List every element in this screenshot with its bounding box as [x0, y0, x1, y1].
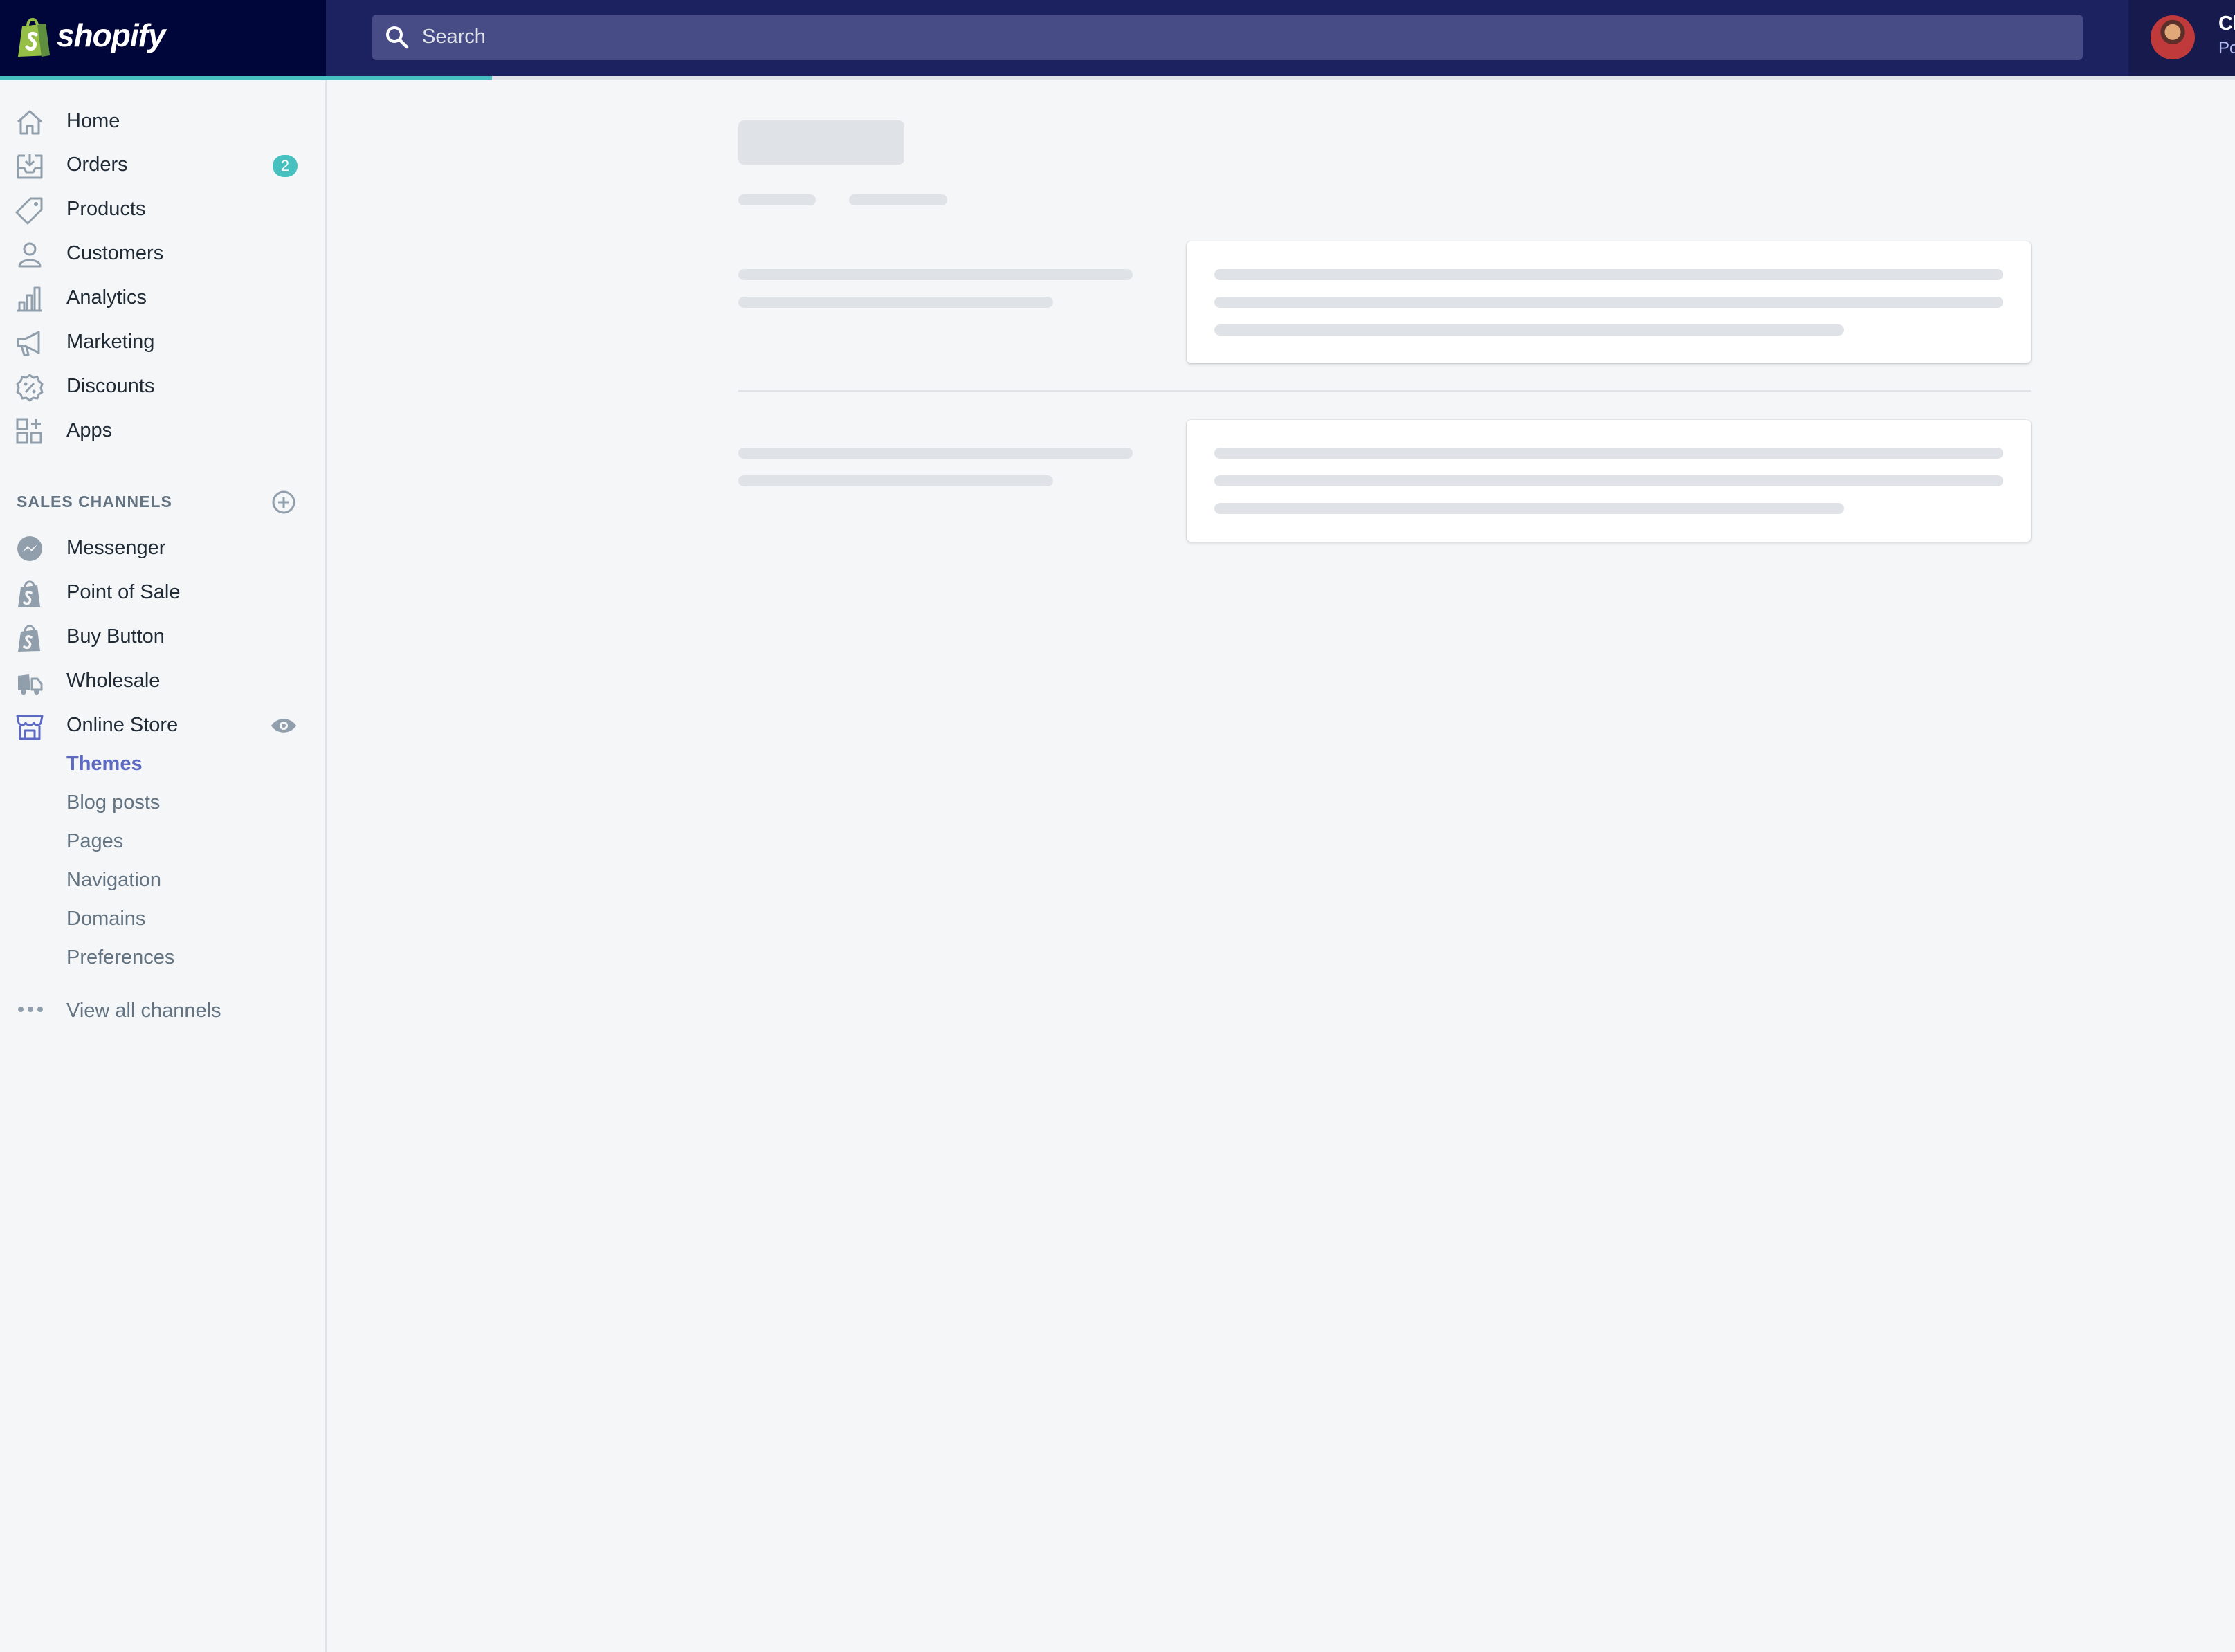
sidebar-item-wholesale[interactable]: Wholesale	[0, 660, 325, 701]
skeleton-line	[1214, 503, 1844, 514]
subnav-blog-posts[interactable]: Blog posts	[66, 791, 160, 814]
skeleton-section-heading	[738, 448, 1133, 459]
sidebar-item-label: Buy Button	[66, 625, 165, 648]
sidebar-item-home[interactable]: Home	[0, 100, 325, 142]
store-icon	[16, 715, 44, 740]
sidebar-item-label: Analytics	[66, 286, 147, 309]
sidebar-item-analytics[interactable]: Analytics	[0, 277, 325, 318]
search-bar[interactable]: Search	[372, 15, 2083, 60]
sidebar-item-label: Discounts	[66, 375, 155, 397]
truck-icon	[18, 674, 43, 695]
sidebar-item-online-store[interactable]: Online Store	[0, 704, 325, 746]
skeleton-line	[1214, 324, 1844, 336]
shopify-logo[interactable]: shopify	[0, 0, 326, 76]
megaphone-icon	[17, 331, 40, 356]
sidebar-item-marketing[interactable]: Marketing	[0, 321, 325, 362]
skeleton-section-description	[738, 297, 1053, 308]
sidebar-item-customers[interactable]: Customers	[0, 232, 325, 274]
skeleton-card	[1187, 420, 2031, 542]
sidebar-item-label: Wholesale	[66, 670, 161, 692]
sidebar-item-label: Customers	[66, 242, 164, 264]
sidebar-item-messenger[interactable]: Messenger	[0, 527, 325, 569]
subnav-pages[interactable]: Pages	[66, 830, 123, 853]
sidebar-item-products[interactable]: Products	[0, 188, 325, 230]
shopping-bag-icon	[18, 580, 40, 607]
account-store: Po	[2218, 39, 2235, 57]
account-name: Cl	[2218, 12, 2235, 35]
orders-icon	[17, 154, 43, 179]
skeleton-line	[1214, 297, 2003, 308]
loading-progress-bar	[0, 76, 2235, 80]
skeleton-page-title	[738, 120, 904, 165]
skeleton-breadcrumb	[738, 194, 816, 205]
orders-count-badge: 2	[273, 155, 298, 177]
sidebar-item-apps[interactable]: Apps	[0, 410, 325, 451]
top-bar: shopify Search Cl Po	[0, 0, 2235, 76]
avatar[interactable]	[2151, 15, 2195, 59]
sidebar-item-buy-button[interactable]: Buy Button	[0, 616, 325, 657]
subnav-preferences[interactable]: Preferences	[66, 946, 174, 969]
home-icon	[17, 110, 42, 135]
sidebar-item-label: Online Store	[66, 714, 179, 736]
sidebar-item-point-of-sale[interactable]: Point of Sale	[0, 571, 325, 613]
sidebar: Home Orders 2 Products Customers Analyti…	[0, 80, 327, 1652]
sidebar-item-orders[interactable]: Orders 2	[0, 144, 325, 185]
logo-text: shopify	[57, 17, 166, 53]
skeleton-card	[1187, 241, 2031, 363]
search-icon	[386, 26, 409, 49]
bar-chart-icon	[17, 286, 42, 312]
skeleton-section-heading	[738, 269, 1133, 280]
sidebar-item-label: Products	[66, 198, 146, 220]
sidebar-item-label: Orders	[66, 154, 128, 176]
discount-icon	[16, 374, 44, 402]
sidebar-item-label: Apps	[66, 419, 113, 441]
sidebar-item-discounts[interactable]: Discounts	[0, 365, 325, 407]
subnav-themes[interactable]: Themes	[66, 753, 143, 775]
person-icon	[18, 242, 42, 268]
more-horizontal-icon	[18, 1007, 43, 1012]
account-menu[interactable]: Cl Po	[2128, 0, 2235, 76]
skeleton-line	[1214, 269, 2003, 280]
skeleton-line	[1214, 448, 2003, 459]
shopify-bag-icon	[18, 18, 50, 57]
skeleton-breadcrumb	[849, 194, 947, 205]
tag-icon	[15, 197, 43, 225]
messenger-icon	[17, 536, 42, 561]
sidebar-item-label: Point of Sale	[66, 581, 181, 603]
skeleton-line	[1214, 475, 2003, 486]
sidebar-item-label: Home	[66, 110, 120, 132]
apps-icon	[16, 418, 42, 444]
subnav-domains[interactable]: Domains	[66, 908, 145, 930]
subnav-navigation[interactable]: Navigation	[66, 869, 161, 892]
sidebar-item-label: Messenger	[66, 537, 166, 559]
sales-channels-heading: SALES CHANNELS	[17, 493, 172, 511]
sidebar-item-label: Marketing	[66, 331, 155, 353]
skeleton-section-description	[738, 475, 1053, 486]
eye-icon[interactable]	[270, 715, 298, 736]
section-divider	[738, 390, 2031, 392]
add-channel-icon[interactable]	[271, 490, 296, 515]
search-input[interactable]: Search	[422, 26, 486, 48]
shopping-bag-icon	[18, 625, 40, 652]
view-all-channels-link[interactable]: View all channels	[66, 1000, 221, 1022]
